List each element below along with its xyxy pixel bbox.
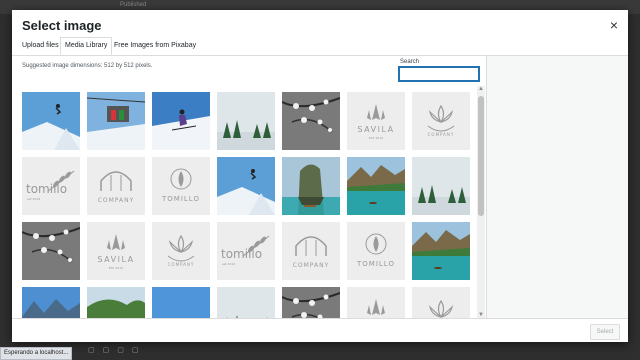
modal-tabs: Upload files Media Library Free Images f… (12, 37, 628, 56)
svg-text:TOMILLO: TOMILLO (161, 195, 200, 203)
media-thumbnail[interactable]: TOMILLO (152, 157, 210, 215)
svg-text:EST 2019: EST 2019 (369, 136, 383, 140)
media-thumbnail[interactable]: COMPANY (152, 222, 210, 280)
svg-text:COMPANY: COMPANY (293, 262, 330, 269)
media-thumbnail[interactable] (87, 287, 145, 318)
svg-text:SAVILA: SAVILA (357, 125, 394, 134)
svg-text:COMPANY: COMPANY (428, 132, 455, 137)
search-input[interactable] (399, 67, 479, 81)
media-thumbnail[interactable] (412, 157, 470, 215)
media-thumbnail[interactable]: tomillo est 2019 (217, 222, 275, 280)
media-thumbnail[interactable]: COMPANY (412, 92, 470, 150)
svg-text:SAVILA: SAVILA (97, 255, 134, 264)
media-thumbnail[interactable]: SAVILA EST 2019 (87, 222, 145, 280)
browser-status-bar: Esperando a localhost... (0, 347, 73, 360)
media-thumbnail[interactable] (347, 157, 405, 215)
tab-pixabay[interactable]: Free Images from Pixabay (110, 38, 200, 54)
svg-text:est 2019: est 2019 (222, 262, 235, 266)
svg-text:tomillo: tomillo (221, 247, 262, 261)
dimension-hint: Suggested image dimensions: 512 by 512 p… (22, 63, 153, 69)
modal-footer: Select (12, 318, 628, 342)
media-thumbnail[interactable]: SAVILAEST 2019 (347, 287, 405, 318)
media-thumbnail[interactable] (152, 92, 210, 150)
attachment-details-sidebar (486, 56, 628, 318)
media-thumbnail[interactable] (282, 287, 340, 318)
media-thumbnail[interactable] (87, 92, 145, 150)
media-thumbnail[interactable] (217, 287, 275, 318)
media-thumbnail[interactable] (22, 92, 80, 150)
modal-title: Select image (22, 18, 102, 33)
tab-media-library[interactable]: Media Library (60, 37, 113, 55)
media-thumbnail[interactable] (152, 287, 210, 318)
taskbar-icons: ▢▢▢▢ (88, 347, 147, 354)
scroll-up-icon[interactable]: ▲ (478, 86, 484, 92)
svg-text:est 2019: est 2019 (27, 197, 40, 201)
tab-upload-files[interactable]: Upload files (18, 38, 63, 54)
grid-scrollbar[interactable]: ▲ ▼ (477, 86, 485, 318)
media-thumbnail[interactable] (412, 222, 470, 280)
svg-text:tomillo: tomillo (26, 182, 67, 196)
media-thumbnail[interactable] (22, 222, 80, 280)
media-thumbnail[interactable]: COMPANY (87, 157, 145, 215)
select-button[interactable]: Select (590, 324, 620, 340)
media-thumbnail[interactable]: tomillo est 2019 (22, 157, 80, 215)
media-thumbnail[interactable] (282, 92, 340, 150)
media-grid: SAVILA EST 2019 COMPANY tomillo est 2019 COMP… (12, 86, 486, 318)
svg-text:TOMILLO: TOMILLO (356, 260, 395, 268)
media-thumbnail[interactable] (282, 157, 340, 215)
svg-text:COMPANY: COMPANY (98, 197, 135, 204)
media-thumbnail[interactable]: SAVILA EST 2019 (347, 92, 405, 150)
background-label: Published (120, 2, 147, 8)
svg-text:EST 2019: EST 2019 (109, 266, 123, 270)
media-thumbnail[interactable] (217, 157, 275, 215)
svg-text:COMPANY: COMPANY (168, 262, 195, 267)
media-thumbnail[interactable] (22, 287, 80, 318)
media-thumbnail[interactable]: COMPANY (412, 287, 470, 318)
media-thumbnail[interactable]: COMPANY (282, 222, 340, 280)
select-image-modal: Select image × Upload files Media Librar… (12, 10, 628, 342)
search-label: Search (400, 59, 420, 65)
media-thumbnail[interactable] (217, 92, 275, 150)
media-thumbnail[interactable]: TOMILLO (347, 222, 405, 280)
close-icon[interactable]: × (610, 18, 618, 32)
scroll-thumb[interactable] (478, 96, 484, 216)
